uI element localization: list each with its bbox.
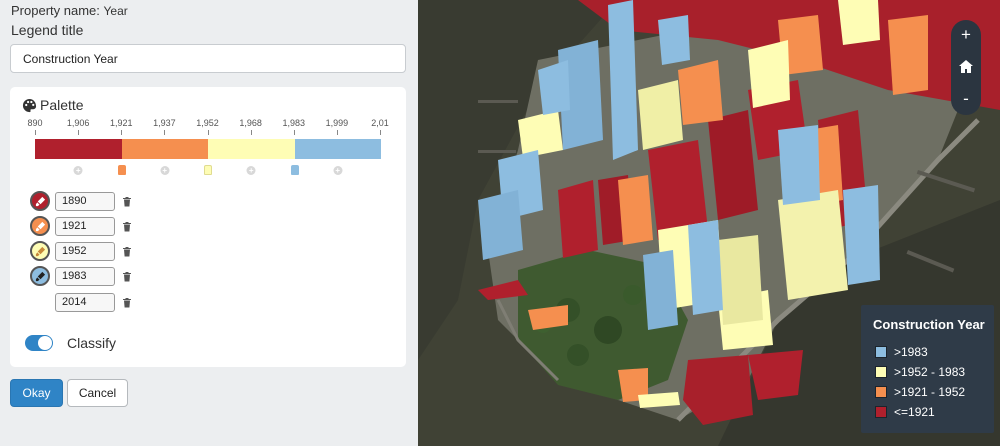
add-stop-icon[interactable]: + bbox=[73, 166, 83, 175]
legend-label: >1952 - 1983 bbox=[894, 365, 966, 379]
cancel-button[interactable]: Cancel bbox=[67, 379, 128, 407]
home-button[interactable] bbox=[951, 52, 981, 82]
stop-handle[interactable] bbox=[204, 165, 212, 175]
color-swatch[interactable] bbox=[30, 191, 50, 211]
tick-mark bbox=[121, 130, 123, 135]
tick-mark bbox=[78, 130, 80, 135]
legend-item: <=1921 bbox=[875, 405, 935, 419]
stop-row: 1983 bbox=[30, 266, 132, 286]
trash-icon[interactable] bbox=[122, 271, 132, 282]
stop-handle[interactable] bbox=[117, 165, 126, 175]
palette-segment[interactable] bbox=[294, 139, 381, 159]
stop-year-field[interactable]: 1921 bbox=[55, 216, 115, 236]
style-editor-panel: Property name: Year Legend title Palette… bbox=[0, 0, 418, 446]
tick-mark bbox=[207, 130, 209, 135]
legend-label: <=1921 bbox=[894, 405, 935, 419]
legend-item: >1952 - 1983 bbox=[875, 365, 965, 379]
legend-swatch bbox=[875, 386, 887, 398]
tick-label: 1,999 bbox=[325, 118, 349, 128]
legend-label: >1921 - 1952 bbox=[894, 385, 966, 399]
okay-button[interactable]: Okay bbox=[10, 379, 63, 407]
tick-label: 1,937 bbox=[153, 118, 176, 128]
legend-swatch bbox=[875, 406, 887, 418]
property-name-value: Year bbox=[103, 4, 128, 18]
stop-year-field[interactable]: 1983 bbox=[55, 266, 115, 286]
palette-segment[interactable] bbox=[35, 139, 122, 159]
stop-year-field[interactable]: 1890 bbox=[55, 191, 115, 211]
add-stop-icon[interactable]: + bbox=[160, 166, 170, 175]
toggle-knob bbox=[38, 336, 52, 350]
property-name-prefix: Property name: bbox=[11, 3, 100, 18]
color-swatch[interactable] bbox=[30, 216, 50, 236]
tick-mark bbox=[250, 130, 252, 135]
tick-label: 2,01 bbox=[371, 118, 389, 128]
tick-label: 890 bbox=[27, 118, 43, 128]
trash-icon[interactable] bbox=[122, 246, 132, 257]
stop-row: 1921 bbox=[30, 216, 132, 236]
stop-year-field[interactable]: 2014 bbox=[55, 292, 115, 312]
palette-segment[interactable] bbox=[121, 139, 208, 159]
tick-mark bbox=[35, 130, 36, 135]
palette-segment[interactable] bbox=[208, 139, 295, 159]
legend-title-label: Legend title bbox=[11, 22, 84, 38]
trash-icon[interactable] bbox=[122, 297, 132, 308]
legend-item: >1983 bbox=[875, 345, 928, 359]
paint-brush-icon bbox=[35, 196, 45, 206]
palette-icon bbox=[22, 98, 37, 112]
legend-title-input[interactable] bbox=[10, 44, 406, 73]
home-icon bbox=[959, 60, 973, 73]
classify-toggle[interactable] bbox=[25, 335, 53, 351]
palette-axis: 890 1,906 1,921 1,937 1,952 1,968 1,983 … bbox=[27, 118, 389, 135]
color-swatch[interactable] bbox=[30, 266, 50, 286]
stop-row: 1952 bbox=[30, 241, 132, 261]
legend-item: >1921 - 1952 bbox=[875, 385, 965, 399]
swatch-placeholder bbox=[30, 292, 50, 312]
paint-brush-icon bbox=[35, 246, 45, 256]
palette-handles: + + + + bbox=[35, 164, 381, 178]
tick-mark bbox=[293, 130, 295, 135]
tick-label: 1,983 bbox=[282, 118, 306, 128]
tick-mark bbox=[380, 130, 381, 135]
legend-swatch bbox=[875, 346, 887, 358]
palette-heading: Palette bbox=[22, 97, 84, 113]
stop-row: 1890 bbox=[30, 191, 132, 211]
palette-gradient-bar[interactable] bbox=[35, 139, 381, 159]
stop-year-field[interactable]: 1952 bbox=[55, 241, 115, 261]
add-stop-icon[interactable]: + bbox=[333, 166, 343, 175]
tick-label: 1,968 bbox=[239, 118, 262, 128]
tick-mark bbox=[336, 130, 338, 135]
palette-card: Palette 890 1,906 1,921 1,937 1,952 1,96… bbox=[10, 87, 406, 367]
legend-label: >1983 bbox=[894, 345, 928, 359]
map-legend-title: Construction Year bbox=[873, 317, 985, 332]
paint-brush-icon bbox=[35, 271, 45, 281]
property-name-line: Property name: Year bbox=[11, 3, 128, 18]
add-stop-icon[interactable]: + bbox=[246, 166, 256, 175]
palette-title: Palette bbox=[40, 97, 84, 113]
zoom-in-button[interactable]: + bbox=[951, 20, 981, 50]
classify-label: Classify bbox=[67, 335, 117, 351]
tick-label: 1,952 bbox=[196, 118, 219, 128]
trash-icon[interactable] bbox=[122, 196, 132, 207]
zoom-out-button[interactable]: - bbox=[951, 84, 981, 114]
stop-handle[interactable] bbox=[290, 165, 299, 175]
tick-label: 1,921 bbox=[109, 118, 133, 128]
tick-label: 1,906 bbox=[66, 118, 90, 128]
color-swatch[interactable] bbox=[30, 241, 50, 261]
trash-icon[interactable] bbox=[122, 221, 132, 232]
legend-swatch bbox=[875, 366, 887, 378]
map-legend: Construction Year >1983 >1952 - 1983 >19… bbox=[861, 305, 994, 433]
map-navigation-control: + - bbox=[951, 20, 981, 115]
tick-mark bbox=[164, 130, 166, 135]
paint-brush-icon bbox=[35, 221, 45, 231]
stop-row: 2014 bbox=[30, 292, 132, 312]
